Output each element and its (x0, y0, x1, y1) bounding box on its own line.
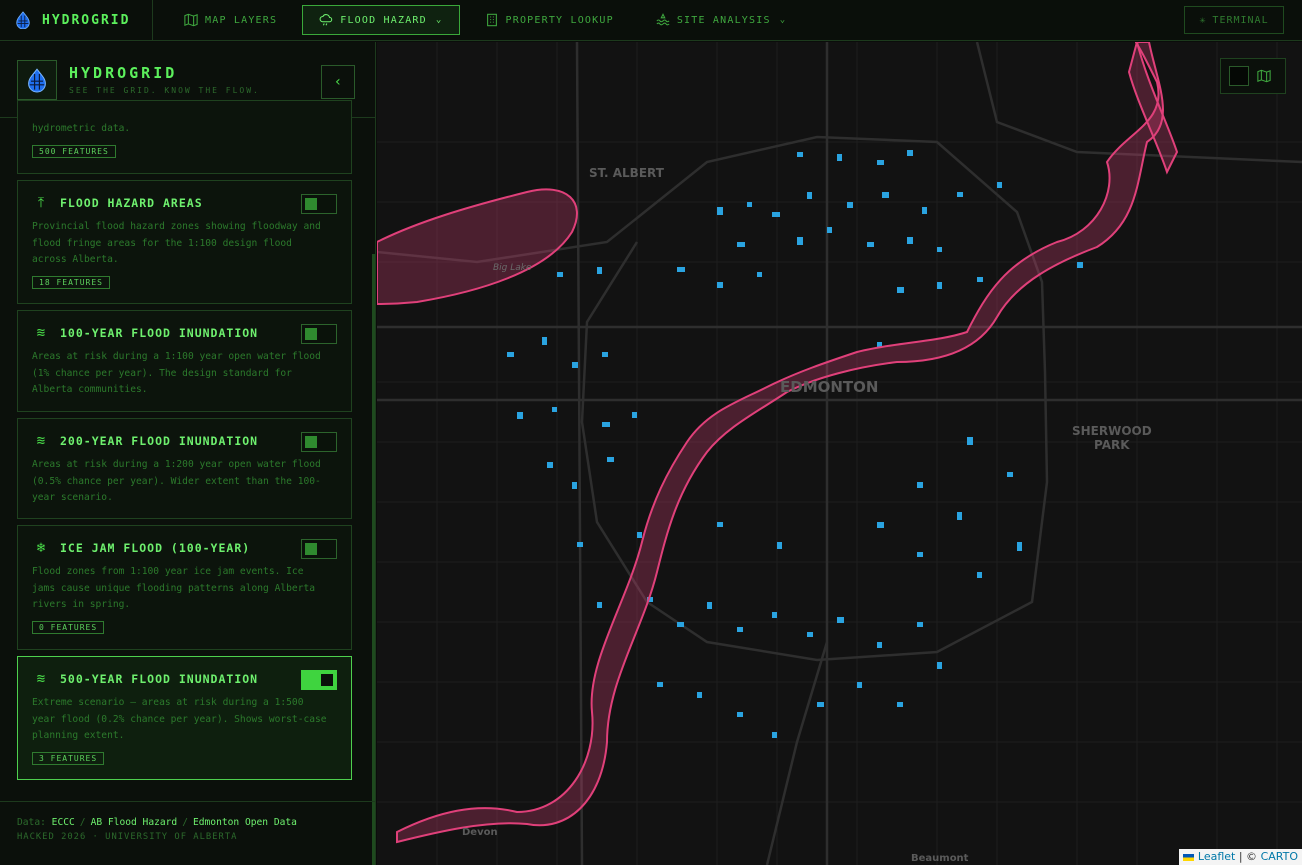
nav-flood-hazard[interactable]: FLOOD HAZARD ⌄ (302, 5, 460, 35)
nav-site-analysis[interactable]: SITE ANALYSIS ⌄ (639, 5, 804, 35)
attribution-sep: | © (1235, 850, 1261, 863)
sparkle-icon: ✳ (1199, 14, 1207, 26)
snowflake-icon: ❄ (36, 540, 46, 556)
layer-card-flood-hazard-areas[interactable]: ⤒ FLOOD HAZARD AREAS Provincial flood ha… (17, 180, 352, 304)
nav-site-analysis-label: SITE ANALYSIS (676, 14, 771, 26)
layer-toggle[interactable] (301, 432, 337, 452)
source-link-ab-flood[interactable]: AB Flood Hazard (91, 817, 178, 828)
sidebar-footer: Data: ECCC / AB Flood Hazard / Edmonton Open… (0, 801, 375, 865)
waves-icon (656, 13, 670, 26)
cloud-rain-icon (319, 14, 333, 26)
hydrogrid-logo-icon (16, 11, 30, 29)
chevron-down-icon: ⌄ (779, 15, 787, 25)
layer-desc: Extreme scenario — areas at risk during … (32, 697, 327, 741)
waves-icon: ≋ (36, 325, 46, 341)
map-icon (1257, 69, 1271, 83)
leaflet-link[interactable]: Leaflet (1198, 850, 1235, 863)
layer-title: FLOOD HAZARD AREAS (60, 196, 203, 210)
carto-link[interactable]: CARTO (1261, 850, 1298, 863)
footer-credit: HACKED 2026 · UNIVERSITY OF ALBERTA (17, 832, 238, 842)
nav-map-layers[interactable]: MAP LAYERS (167, 5, 294, 35)
layer-desc: Flood zones from 1:100 year ice jam even… (32, 566, 316, 610)
waves-icon: ≋ (36, 671, 46, 687)
layer-desc: Areas at risk during a 1:100 year open w… (32, 351, 321, 395)
ukraine-flag-icon (1183, 853, 1195, 861)
layer-card-partial[interactable]: hydrometric data. 500 FEATURES (17, 100, 352, 174)
map-label-edmonton: EDMONTON (780, 378, 879, 396)
waves-icon: ≋ (36, 433, 46, 449)
building-icon (486, 13, 497, 27)
collapse-sidebar-button[interactable]: ‹ (321, 65, 355, 99)
map-label-beaumont: Beaumont (911, 853, 969, 864)
map-icon (184, 13, 198, 27)
nav-map-layers-label: MAP LAYERS (205, 14, 278, 26)
layer-card-100-year[interactable]: ≋ 100-YEAR FLOOD INUNDATION Areas at ris… (17, 310, 352, 412)
layer-card-ice-jam[interactable]: ❄ ICE JAM FLOOD (100-YEAR) Flood zones f… (17, 525, 352, 650)
sidebar-tagline: SEE THE GRID. KNOW THE FLOW. (69, 86, 260, 95)
brand-name: HYDROGRID (42, 12, 131, 28)
feature-count-badge: 0 FEATURES (32, 620, 105, 634)
layer-title: 500-YEAR FLOOD INUNDATION (60, 672, 259, 686)
sidebar-scrollbar[interactable] (372, 254, 375, 865)
layer-title: 200-YEAR FLOOD INUNDATION (60, 434, 259, 448)
layer-desc: hydrometric data. (32, 123, 131, 134)
map-label-sherwood: SHERWOOD (1072, 424, 1152, 438)
layer-title: 100-YEAR FLOOD INUNDATION (60, 326, 259, 340)
map-label-devon: Devon (462, 827, 498, 838)
flood-map[interactable]: ST. ALBERT EDMONTON SHERWOOD PARK Big La… (377, 42, 1302, 865)
top-navbar: HYDROGRID MAP LAYERS FLOOD HAZARD ⌄ PROP… (0, 0, 1302, 41)
map-label-st-albert: ST. ALBERT (589, 166, 664, 180)
layer-toggle[interactable] (301, 670, 337, 690)
layers-sidebar: HYDROGRID SEE THE GRID. KNOW THE FLOW. ‹… (0, 42, 376, 865)
main-nav: MAP LAYERS FLOOD HAZARD ⌄ PROPERTY LOOKU… (167, 5, 803, 35)
data-prefix: Data: (17, 817, 46, 828)
chevron-left-icon: ‹ (333, 74, 343, 90)
nav-property-lookup-label: PROPERTY LOOKUP (505, 14, 614, 26)
terminal-button-label: TERMINAL (1212, 14, 1269, 26)
map-label-big-lake: Big Lake (493, 263, 532, 273)
layer-desc: Areas at risk during a 1:200 year open w… (32, 459, 321, 503)
feature-count-badge: 18 FEATURES (32, 275, 110, 289)
upload-icon: ⤒ (37, 195, 45, 211)
layer-toggle[interactable] (301, 194, 337, 214)
source-link-eccc[interactable]: ECCC (52, 817, 75, 828)
nav-property-lookup[interactable]: PROPERTY LOOKUP (468, 5, 631, 35)
sidebar-logo (17, 59, 57, 100)
map-layer-control[interactable] (1220, 58, 1286, 94)
feature-count-badge: 3 FEATURES (32, 751, 105, 765)
nav-flood-hazard-label: FLOOD HAZARD (340, 14, 427, 26)
layer-toggle[interactable] (301, 539, 337, 559)
hydrogrid-logo-icon (28, 67, 46, 92)
layer-toggle[interactable] (301, 324, 337, 344)
map-label-park: PARK (1094, 438, 1130, 452)
map-basemap (377, 42, 1302, 865)
layer-desc: Provincial flood hazard zones showing fl… (32, 221, 321, 265)
source-link-edmonton[interactable]: Edmonton Open Data (193, 817, 297, 828)
sidebar-title: HYDROGRID (69, 64, 178, 82)
terminal-button[interactable]: ✳ TERMINAL (1184, 6, 1284, 34)
layer-title: ICE JAM FLOOD (100-YEAR) (60, 541, 251, 555)
brand[interactable]: HYDROGRID (0, 0, 153, 41)
layer-card-200-year[interactable]: ≋ 200-YEAR FLOOD INUNDATION Areas at ris… (17, 418, 352, 519)
basemap-swatch[interactable] (1229, 66, 1249, 86)
chevron-down-icon: ⌄ (435, 15, 443, 25)
layer-card-500-year[interactable]: ≋ 500-YEAR FLOOD INUNDATION Extreme scen… (17, 656, 352, 780)
feature-count-badge: 500 FEATURES (32, 144, 116, 158)
map-attribution: Leaflet | © CARTO (1179, 849, 1302, 865)
